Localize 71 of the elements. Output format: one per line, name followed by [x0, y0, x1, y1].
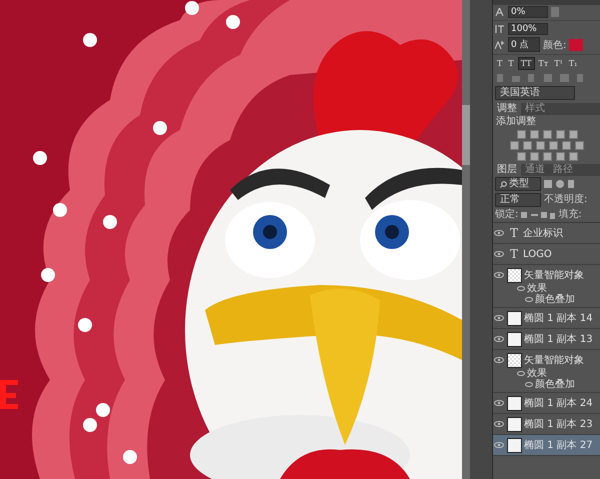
- layer-name: 矢量智能对象: [524, 354, 584, 367]
- filter-label: 类型: [509, 178, 529, 190]
- layer-name: 矢量智能对象: [524, 268, 584, 282]
- eye-icon[interactable]: [494, 315, 504, 321]
- layer-row[interactable]: 椭圆 1 副本 24: [493, 393, 600, 414]
- baseline-shift-field[interactable]: 0 点: [508, 37, 540, 52]
- smart-object-thumbnail: [507, 352, 522, 368]
- effect-name: 颜色叠加: [535, 294, 575, 305]
- lock-icons-drawing: [521, 210, 556, 220]
- panel-tab[interactable]: 图层: [493, 164, 521, 176]
- type-style-button[interactable]: T₁: [566, 57, 580, 70]
- layer-row[interactable]: 矢量智能对象 效果 颜色叠加: [493, 350, 600, 393]
- eye-icon[interactable]: [494, 442, 504, 448]
- layer-row[interactable]: 椭圆 1 副本 27: [493, 435, 600, 456]
- opacity-label: 不透明度:: [544, 194, 588, 206]
- eye-icon[interactable]: [494, 272, 504, 278]
- layer-filter-dropdown[interactable]: 类型: [495, 177, 541, 191]
- layer-row[interactable]: 椭圆 1 副本 13: [493, 329, 600, 350]
- panel-tab[interactable]: 通道: [521, 164, 549, 176]
- effect-name: 效果: [527, 283, 547, 294]
- layer-row[interactable]: T LOGO: [493, 244, 600, 265]
- type-style-button[interactable]: T: [506, 57, 516, 70]
- type-style-button[interactable]: Tт: [536, 57, 550, 70]
- layer-row[interactable]: T 企业标识: [493, 223, 600, 244]
- fill-label: 填充:: [558, 209, 582, 221]
- type-style-button[interactable]: T: [495, 57, 504, 70]
- tracking-field[interactable]: 0%: [508, 6, 548, 18]
- panel-tab[interactable]: 路径: [549, 164, 577, 176]
- search-icon: [500, 180, 507, 188]
- lock-label: 锁定:: [495, 209, 518, 221]
- type-style-button[interactable]: TT: [518, 57, 535, 70]
- type-style-button[interactable]: T¹: [552, 57, 565, 70]
- layer-row[interactable]: 椭圆 1 副本 14: [493, 308, 600, 329]
- layer-name: 椭圆 1 副本 13: [524, 332, 593, 346]
- shape-thumbnail: [507, 416, 522, 432]
- tracking-icon: [495, 8, 505, 16]
- eye-icon[interactable]: [494, 421, 504, 427]
- layer-row[interactable]: 矢量智能对象 效果 颜色叠加: [493, 265, 600, 308]
- vertical-scale-icon: [495, 25, 505, 33]
- layer-name: 椭圆 1 副本 23: [524, 418, 593, 431]
- eye-icon[interactable]: [494, 357, 504, 363]
- panel-tab[interactable]: 样式: [521, 103, 549, 115]
- text-layer-icon: T: [507, 226, 521, 240]
- color-swatch[interactable]: [569, 38, 584, 50]
- layer-name: 企业标识: [523, 226, 563, 240]
- blend-mode-dropdown[interactable]: 正常: [495, 193, 541, 207]
- layer-name: LOGO: [523, 248, 552, 260]
- language-dropdown[interactable]: 美国英语: [495, 86, 575, 100]
- eye-icon[interactable]: [494, 400, 504, 406]
- panel-heading: 添加调整: [496, 116, 537, 128]
- color-label: 颜色:: [543, 38, 566, 52]
- effect-name: 效果: [527, 368, 547, 379]
- baseline-shift-icon: [495, 40, 505, 48]
- layer-name: 椭圆 1 副本 24: [524, 396, 593, 410]
- eye-icon[interactable]: [494, 336, 504, 342]
- filter-icons-drawing: [544, 179, 574, 189]
- text-layer-icon: T: [507, 247, 521, 261]
- vertical-scale-field[interactable]: 100%: [508, 23, 548, 35]
- shape-thumbnail: [507, 438, 522, 452]
- smart-object-thumbnail: [507, 268, 522, 282]
- scrollbar[interactable]: [462, 0, 470, 479]
- shape-thumbnail: [507, 310, 522, 326]
- effect-name: 颜色叠加: [535, 379, 575, 390]
- shape-thumbnail: [507, 332, 522, 346]
- layer-name: 椭圆 1 副本 27: [524, 438, 593, 452]
- eye-icon[interactable]: [494, 251, 504, 257]
- scrollbar-thumb[interactable]: [462, 105, 470, 165]
- layer-name: 椭圆 1 副本 14: [524, 312, 593, 325]
- shape-thumbnail: [507, 396, 522, 410]
- eye-icon[interactable]: [494, 230, 504, 236]
- panel-tab[interactable]: 调整: [493, 103, 521, 115]
